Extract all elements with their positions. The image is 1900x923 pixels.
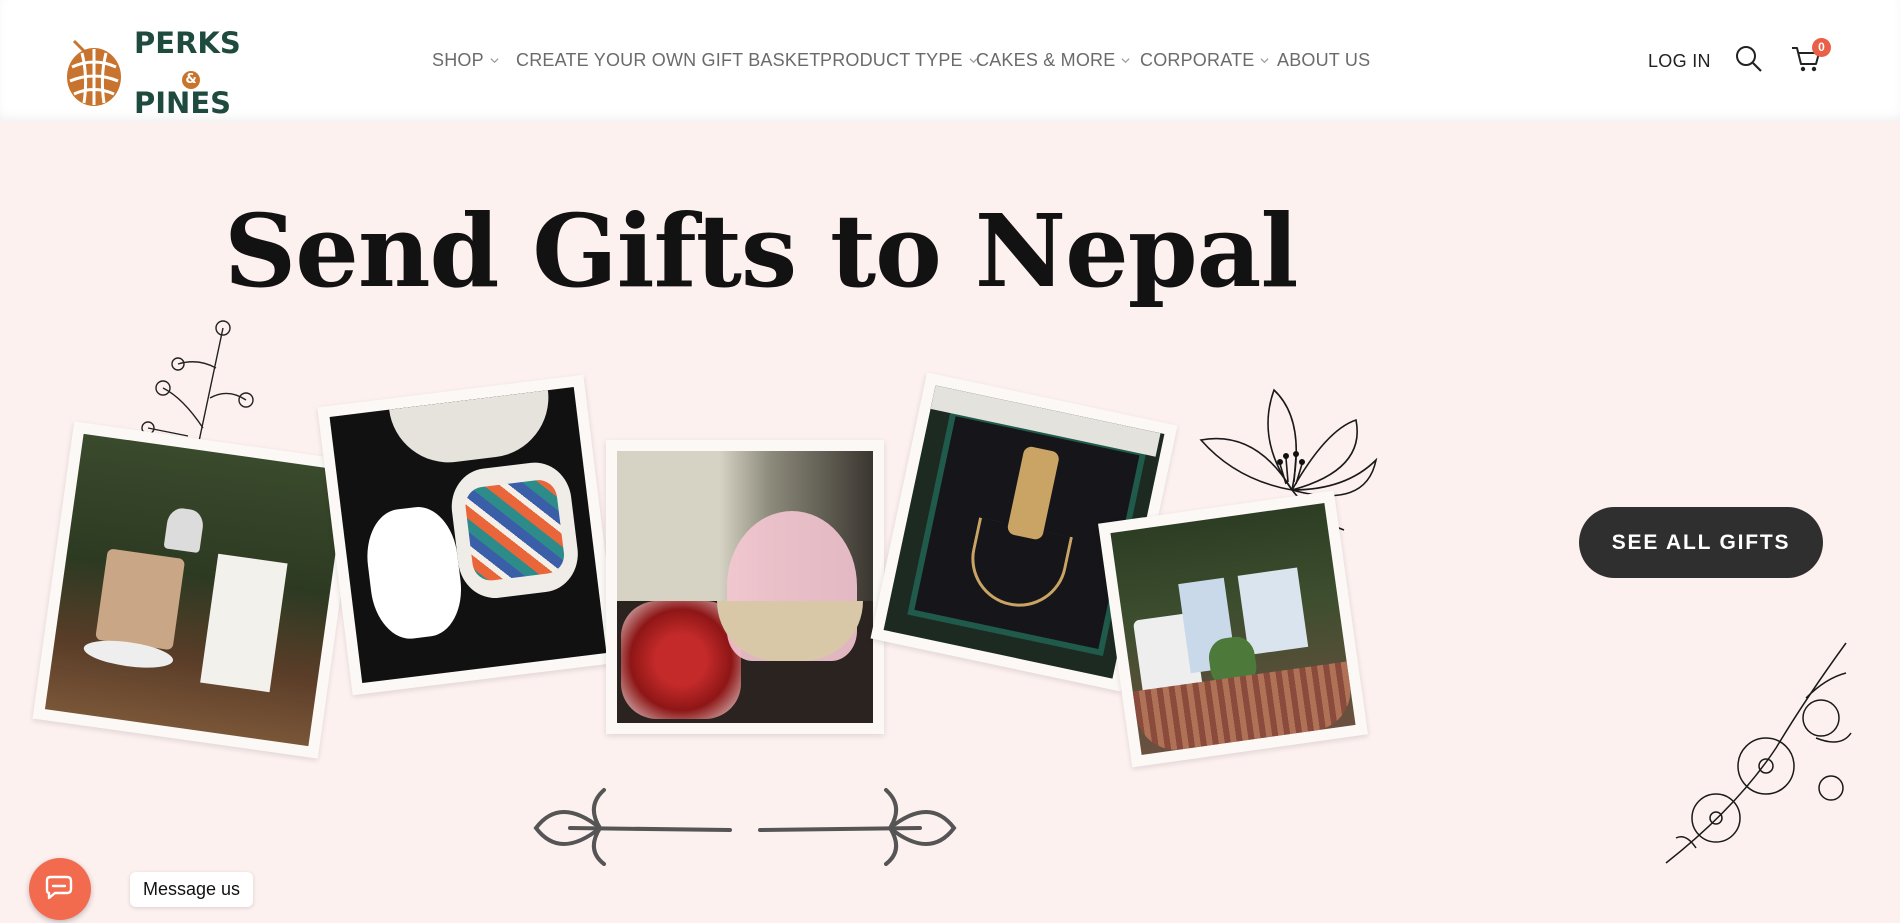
photo-image xyxy=(617,451,873,723)
photo-image xyxy=(1110,503,1356,755)
nav-product-type[interactable]: PRODUCT TYPE xyxy=(820,50,978,71)
site-logo[interactable]: PERKS & PINES xyxy=(62,28,241,118)
chat-button[interactable] xyxy=(29,858,91,920)
login-link[interactable]: LOG IN xyxy=(1648,51,1711,72)
nav-create-gift-basket[interactable]: CREATE YOUR OWN GIFT BASKET xyxy=(516,50,820,71)
gift-photo-candle[interactable] xyxy=(32,421,360,759)
see-all-gifts-button[interactable]: SEE ALL GIFTS xyxy=(1579,507,1823,578)
logo-ampersand: & xyxy=(182,71,200,89)
chevron-down-icon xyxy=(490,58,499,64)
logo-word-pines: PINES xyxy=(134,86,232,120)
photo-image xyxy=(329,387,607,683)
chat-bubble-icon xyxy=(45,875,73,900)
wildflower-sprig-illustration xyxy=(141,320,254,447)
gift-photo-roses-basket[interactable] xyxy=(606,440,884,734)
nav-shop[interactable]: SHOP xyxy=(432,50,499,71)
logo-wordmark: PERKS & PINES xyxy=(134,28,241,118)
nav-cakes-more-label: CAKES & MORE xyxy=(976,50,1116,70)
pinecone-logo-icon xyxy=(67,39,121,106)
nav-shop-label: SHOP xyxy=(432,50,484,70)
arrow-left-icon[interactable] xyxy=(530,786,734,866)
gift-photo-mug-basket[interactable] xyxy=(1098,490,1368,768)
nav-corporate[interactable]: CORPORATE xyxy=(1140,50,1269,71)
search-icon[interactable] xyxy=(1734,44,1764,74)
nav-product-type-label: PRODUCT TYPE xyxy=(820,50,963,70)
nav-about-us-label: ABOUT US xyxy=(1277,50,1371,70)
logo-word-perks: PERKS xyxy=(134,26,241,60)
message-us-label[interactable]: Message us xyxy=(130,872,254,907)
nav-about-us[interactable]: ABOUT US xyxy=(1277,50,1370,71)
hero-headline: Send Gifts to Nepal xyxy=(224,192,1298,310)
chevron-down-icon xyxy=(1260,58,1269,64)
gift-photo-dhaka-box[interactable] xyxy=(317,374,619,696)
nav-cakes-more[interactable]: CAKES & MORE xyxy=(976,50,1130,71)
nav-corporate-label: CORPORATE xyxy=(1140,50,1255,70)
site-header: PERKS & PINES SHOP CREATE YOUR OWN GIFT … xyxy=(0,0,1900,122)
photo-image xyxy=(44,433,348,747)
arrow-right-icon[interactable] xyxy=(756,786,960,866)
nav-create-gift-basket-label: CREATE YOUR OWN GIFT BASKET xyxy=(516,50,821,70)
chevron-down-icon xyxy=(1121,58,1130,64)
blossom-branch-illustration xyxy=(1665,642,1852,864)
cart-count-badge: 0 xyxy=(1812,38,1831,57)
